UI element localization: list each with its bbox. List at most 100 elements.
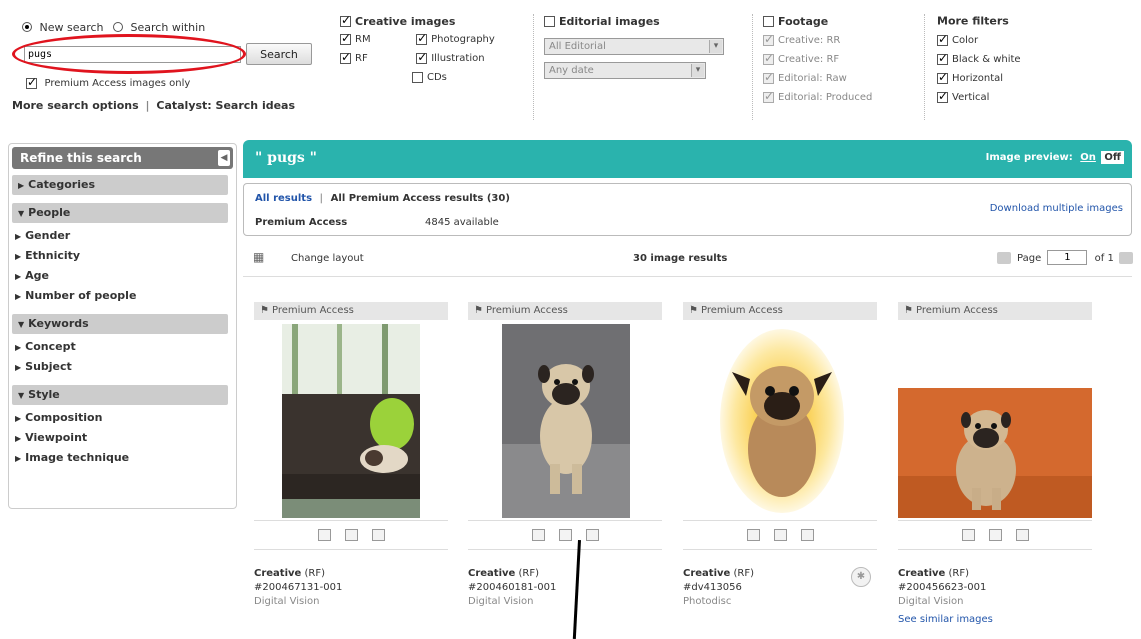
editorial-images-checkbox[interactable] bbox=[544, 15, 555, 27]
catalyst-link[interactable]: Catalyst: Search ideas bbox=[156, 99, 295, 112]
footage-creative-rf-checkbox[interactable] bbox=[763, 51, 774, 65]
date-select[interactable]: Any date bbox=[544, 62, 706, 79]
page-number-input[interactable] bbox=[1047, 250, 1088, 265]
creative-images-checkbox[interactable] bbox=[340, 13, 351, 27]
refine-title-text: Refine this search bbox=[20, 151, 142, 165]
image-id[interactable]: #200460181-001 bbox=[468, 581, 556, 595]
image-type: Creative bbox=[254, 568, 302, 579]
color-checkbox[interactable] bbox=[937, 32, 948, 46]
footage-checkbox[interactable] bbox=[763, 15, 774, 27]
expand-arrow-icon: ▶ bbox=[15, 292, 22, 301]
image-thumbnail[interactable] bbox=[898, 388, 1092, 518]
more-filter-label: Horizontal bbox=[952, 72, 1004, 84]
image-type: Creative bbox=[468, 568, 516, 579]
collapse-sidebar-icon[interactable]: ◀ bbox=[218, 150, 230, 166]
see-similar-link[interactable]: See similar images bbox=[898, 613, 993, 627]
photography-checkbox[interactable] bbox=[416, 31, 427, 45]
image-preview-toggle: Image preview: On Off bbox=[986, 151, 1124, 164]
editorial-select[interactable]: All Editorial bbox=[544, 38, 724, 55]
sidebar-item-categories[interactable]: ▶ Categories bbox=[12, 175, 228, 195]
tab-all-results[interactable]: All results bbox=[255, 193, 312, 204]
image-tile: ⚑ Premium Access Creative (RF) #200460181… bbox=[468, 302, 662, 639]
copy-icon[interactable] bbox=[344, 529, 358, 541]
vertical-checkbox[interactable] bbox=[937, 89, 948, 103]
horizontal-checkbox[interactable] bbox=[937, 70, 948, 84]
sidebar-heading-label: People bbox=[28, 206, 71, 219]
premium-access-label: Premium Access bbox=[255, 217, 348, 228]
details-icon[interactable] bbox=[585, 529, 599, 541]
rf-checkbox[interactable] bbox=[340, 50, 351, 64]
flag-icon: ⚑ bbox=[689, 305, 698, 316]
add-to-lightbox-icon[interactable] bbox=[531, 529, 545, 541]
image-tile: ⚑ Premium Access Creative (RF) #dv413056 … bbox=[683, 302, 877, 639]
sidebar-item-label: Number of people bbox=[25, 289, 137, 302]
rf-label: RF bbox=[355, 52, 368, 64]
sidebar-heading-label: Keywords bbox=[28, 317, 89, 330]
copy-icon[interactable] bbox=[988, 529, 1002, 541]
black-white-checkbox[interactable] bbox=[937, 51, 948, 65]
expand-arrow-icon: ▶ bbox=[15, 343, 22, 352]
sidebar-item-image-technique[interactable]: ▶ Image technique bbox=[9, 448, 236, 468]
details-icon[interactable] bbox=[371, 529, 385, 541]
sidebar-item-age[interactable]: ▶ Age bbox=[9, 266, 236, 286]
add-to-lightbox-icon[interactable] bbox=[746, 529, 760, 541]
image-id[interactable]: #dv413056 bbox=[683, 581, 754, 595]
tile-actions bbox=[254, 520, 448, 550]
details-icon[interactable] bbox=[1015, 529, 1029, 541]
preview-on-link[interactable]: On bbox=[1080, 152, 1096, 163]
search-within-radio[interactable] bbox=[113, 22, 124, 32]
footage-editorial-produced-checkbox[interactable] bbox=[763, 89, 774, 103]
collapse-arrow-icon: ▼ bbox=[18, 391, 25, 400]
premium-only-checkbox[interactable] bbox=[26, 75, 37, 89]
sidebar-item-label: Age bbox=[25, 269, 50, 282]
details-icon[interactable] bbox=[800, 529, 814, 541]
layout-grid-icon[interactable]: ▦ bbox=[253, 250, 264, 264]
tile-meta: Creative (RF) #200456623-001 Digital Vis… bbox=[898, 567, 993, 627]
copy-icon[interactable] bbox=[558, 529, 572, 541]
results-toolbar: ▦ Change layout 30 image results Page of… bbox=[253, 250, 1133, 268]
preview-off-button[interactable]: Off bbox=[1101, 151, 1124, 164]
sidebar-item-gender[interactable]: ▶ Gender bbox=[9, 226, 236, 246]
new-search-label: New search bbox=[39, 20, 104, 34]
prev-page-button[interactable] bbox=[996, 251, 1011, 264]
sidebar-item-composition[interactable]: ▶ Composition bbox=[9, 408, 236, 428]
footage-editorial-raw-checkbox[interactable] bbox=[763, 70, 774, 84]
sidebar-section-style[interactable]: ▼ Style bbox=[12, 385, 228, 405]
add-to-lightbox-icon[interactable] bbox=[317, 529, 331, 541]
sidebar-item-ethnicity[interactable]: ▶ Ethnicity bbox=[9, 246, 236, 266]
image-source: Digital Vision bbox=[468, 596, 534, 607]
copy-icon[interactable] bbox=[773, 529, 787, 541]
image-thumbnail[interactable] bbox=[502, 324, 630, 518]
refine-sidebar: Refine this search ◀ ▶ Categories ▼ People… bbox=[8, 143, 237, 509]
more-search-options-link[interactable]: More search options bbox=[12, 99, 139, 112]
sidebar-item-subject[interactable]: ▶ Subject bbox=[9, 357, 236, 377]
cds-checkbox[interactable] bbox=[412, 71, 423, 83]
image-id[interactable]: #200456623-001 bbox=[898, 581, 993, 595]
image-thumbnail[interactable] bbox=[282, 324, 420, 518]
more-filter-label: Color bbox=[952, 34, 979, 46]
add-to-lightbox-icon[interactable] bbox=[961, 529, 975, 541]
sidebar-section-people[interactable]: ▼ People bbox=[12, 203, 228, 223]
change-layout-link[interactable]: Change layout bbox=[291, 253, 364, 264]
tile-actions bbox=[468, 520, 662, 550]
image-id[interactable]: #200467131-001 bbox=[254, 581, 342, 595]
sidebar-item-number-of-people[interactable]: ▶ Number of people bbox=[9, 286, 236, 306]
sidebar-section-keywords[interactable]: ▼ Keywords bbox=[12, 314, 228, 334]
sidebar-item-concept[interactable]: ▶ Concept bbox=[9, 337, 236, 357]
footage-creative-rr-checkbox[interactable] bbox=[763, 32, 774, 46]
image-thumbnail[interactable] bbox=[710, 324, 854, 518]
rm-label: RM bbox=[355, 33, 371, 45]
next-page-button[interactable] bbox=[1119, 251, 1133, 264]
premium-access-badge: ⚑ Premium Access bbox=[254, 302, 448, 320]
award-icon: ✱ bbox=[851, 567, 871, 587]
search-button[interactable]: Search bbox=[246, 43, 312, 65]
download-multiple-link[interactable]: Download multiple images bbox=[990, 203, 1123, 214]
more-filters-heading: More filters bbox=[937, 14, 1009, 28]
sidebar-item-viewpoint[interactable]: ▶ Viewpoint bbox=[9, 428, 236, 448]
premium-access-badge-label: Premium Access bbox=[485, 305, 568, 316]
tab-premium-results[interactable]: All Premium Access results (30) bbox=[331, 193, 510, 204]
filter-divider bbox=[533, 14, 534, 120]
rm-checkbox[interactable] bbox=[340, 31, 351, 45]
new-search-radio[interactable] bbox=[22, 22, 32, 32]
illustration-checkbox[interactable] bbox=[416, 50, 427, 64]
